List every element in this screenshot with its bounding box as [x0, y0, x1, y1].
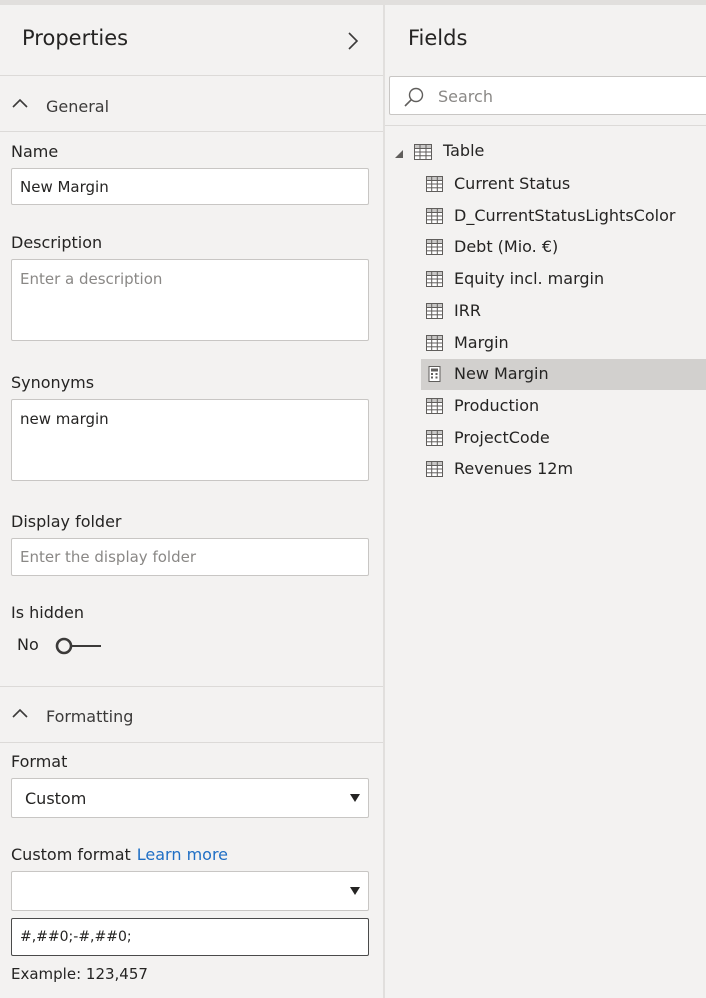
- field-item-label: Debt (Mio. €): [454, 237, 559, 257]
- section-divider: [0, 131, 383, 132]
- field-item[interactable]: Production: [421, 391, 706, 422]
- section-divider: [0, 742, 383, 743]
- display-folder-label: Display folder: [11, 512, 122, 531]
- search-icon: [404, 87, 424, 107]
- format-select[interactable]: Custom: [11, 778, 369, 818]
- field-item[interactable]: Current Status: [421, 169, 706, 200]
- field-item-label: Production: [454, 395, 540, 415]
- field-item-label: ProjectCode: [454, 427, 550, 447]
- custom-format-label-row: Custom format Learn more: [11, 845, 228, 864]
- field-item[interactable]: D_CurrentStatusLightsColor: [421, 201, 706, 232]
- column-icon: [426, 207, 443, 224]
- table-name: Table: [443, 141, 485, 160]
- formatting-section-label: Formatting: [46, 707, 134, 726]
- column-icon: [426, 239, 443, 256]
- format-select-value: Custom: [25, 789, 87, 808]
- field-item-label: Margin: [454, 332, 509, 352]
- formatting-section-header[interactable]: Formatting: [0, 690, 383, 744]
- fields-title: Fields: [408, 26, 468, 50]
- name-label: Name: [11, 142, 59, 161]
- custom-format-label: Custom format: [11, 845, 131, 864]
- section-divider: [0, 686, 383, 687]
- fields-pane: Fields Table Current Status D_CurrentStat…: [385, 5, 706, 998]
- tree-node-table[interactable]: Table: [394, 141, 694, 165]
- column-icon: [426, 334, 443, 351]
- format-label: Format: [11, 752, 68, 771]
- field-item[interactable]: Equity incl. margin: [421, 264, 706, 295]
- synonyms-input[interactable]: new margin: [11, 399, 369, 481]
- is-hidden-label: Is hidden: [11, 603, 85, 622]
- column-icon: [426, 429, 443, 446]
- column-icon: [426, 176, 443, 192]
- field-item-label: IRR: [454, 300, 481, 320]
- field-item[interactable]: New Margin: [421, 359, 706, 391]
- dropdown-arrow-icon: [350, 887, 360, 895]
- dropdown-arrow-icon: [350, 794, 360, 802]
- properties-pane: Properties General Name Description Syno…: [0, 5, 383, 998]
- general-section-header[interactable]: General: [0, 80, 383, 134]
- field-item-label: Current Status: [454, 174, 571, 193]
- section-divider: [0, 75, 383, 76]
- field-item[interactable]: Margin: [421, 328, 706, 359]
- custom-format-input[interactable]: [11, 918, 369, 956]
- chevron-up-icon: [12, 708, 28, 718]
- is-hidden-value: No: [17, 635, 39, 654]
- column-icon: [426, 271, 443, 288]
- field-item-label: Revenues 12m: [454, 459, 574, 479]
- field-item-label: New Margin: [454, 364, 549, 384]
- fields-search-box[interactable]: [389, 76, 706, 115]
- table-icon: [414, 144, 432, 160]
- synonyms-label: Synonyms: [11, 373, 95, 392]
- display-folder-input[interactable]: [11, 538, 369, 576]
- column-icon: [426, 397, 443, 414]
- chevron-right-icon[interactable]: [344, 29, 362, 53]
- expand-triangle-icon[interactable]: [394, 149, 404, 159]
- fields-search-input[interactable]: [438, 84, 698, 108]
- properties-title: Properties: [22, 26, 129, 50]
- learn-more-link[interactable]: Learn more: [137, 845, 228, 864]
- calculator-icon: [428, 366, 441, 383]
- field-item-label: D_CurrentStatusLightsColor: [454, 205, 676, 225]
- is-hidden-toggle[interactable]: [54, 635, 104, 657]
- name-input[interactable]: [11, 168, 369, 205]
- field-item[interactable]: Debt (Mio. €): [421, 232, 706, 263]
- field-item-label: Equity incl. margin: [454, 269, 605, 289]
- field-item[interactable]: Revenues 12m: [421, 454, 706, 485]
- column-icon: [426, 461, 443, 478]
- description-input[interactable]: [11, 259, 369, 341]
- field-item[interactable]: ProjectCode: [421, 423, 706, 454]
- custom-format-select[interactable]: [11, 871, 369, 911]
- general-section-label: General: [46, 97, 110, 116]
- field-item[interactable]: IRR: [421, 296, 706, 327]
- description-label: Description: [11, 233, 103, 252]
- column-icon: [426, 302, 443, 319]
- chevron-up-icon: [12, 98, 28, 108]
- format-example: Example: 123,457: [11, 965, 148, 983]
- section-divider: [385, 125, 706, 126]
